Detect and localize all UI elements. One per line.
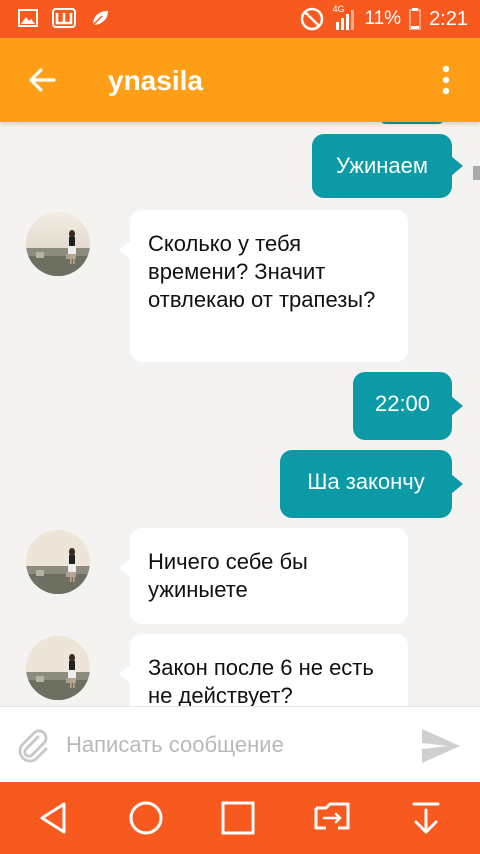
send-icon: [422, 729, 460, 763]
app-bar: ynasila: [0, 38, 480, 122]
nav-recents-button[interactable]: [218, 798, 258, 838]
incoming-message[interactable]: Ничего себе бы ужиныете: [119, 528, 408, 624]
system-navigation-bar: [0, 782, 480, 854]
more-options-button[interactable]: [438, 64, 454, 96]
avatar[interactable]: [26, 212, 90, 276]
incoming-message[interactable]: Закон после 6 не есть не действует?: [119, 634, 408, 706]
scroll-indicator[interactable]: [473, 166, 480, 180]
paperclip-icon: [18, 729, 48, 763]
screen-switch-icon: [314, 802, 350, 830]
nav-download-button[interactable]: [406, 798, 446, 838]
message-composer: [0, 706, 480, 782]
back-triangle-icon: [40, 802, 66, 834]
nav-screen-switch-button[interactable]: [312, 798, 352, 838]
status-bar: 4G 11% 2:21: [0, 0, 480, 38]
more-vert-icon: [442, 65, 450, 95]
message-text: Закон после 6 не есть не действует?: [148, 655, 374, 706]
message-text: Ужинаем: [336, 153, 428, 178]
nav-back-button[interactable]: [34, 798, 74, 838]
outgoing-message[interactable]: Ужинаем: [312, 134, 463, 198]
avatar[interactable]: [26, 636, 90, 700]
signal-icon: 4G: [332, 4, 356, 30]
w-app-icon: [52, 8, 76, 28]
message-text: Сколько у тебя времени? Значит отвлекаю …: [148, 231, 376, 312]
chat-title: ynasila: [108, 65, 203, 96]
do-not-disturb-icon: [301, 7, 324, 31]
battery-percent: 11%: [364, 8, 402, 29]
leaf-icon: [92, 11, 108, 26]
attach-button[interactable]: [14, 727, 52, 765]
nav-home-button[interactable]: [126, 798, 166, 838]
outgoing-message[interactable]: Ша закончу: [280, 450, 463, 518]
message-text: 22:00: [374, 391, 431, 416]
send-button[interactable]: [420, 727, 462, 765]
outgoing-message[interactable]: 22:00: [353, 372, 463, 440]
recents-square-icon: [221, 801, 255, 835]
message-text: Ничего себе бы ужиныете: [148, 549, 308, 602]
battery-icon: [409, 8, 421, 30]
download-arrow-icon: [412, 802, 440, 834]
message-list[interactable]: Ужинаем Сколько у тебя времени? Значит о…: [0, 122, 480, 706]
home-circle-icon: [129, 801, 163, 835]
message-input[interactable]: [66, 725, 406, 765]
image-icon: [18, 9, 38, 27]
arrow-back-icon: [29, 68, 56, 92]
message-text: Ша закончу: [307, 469, 425, 494]
avatar[interactable]: [26, 530, 90, 594]
clock: 2:21: [429, 7, 468, 30]
previous-message-bubble-fragment: [380, 122, 444, 124]
back-button[interactable]: [24, 62, 60, 98]
incoming-message[interactable]: Сколько у тебя времени? Значит отвлекаю …: [119, 210, 408, 362]
